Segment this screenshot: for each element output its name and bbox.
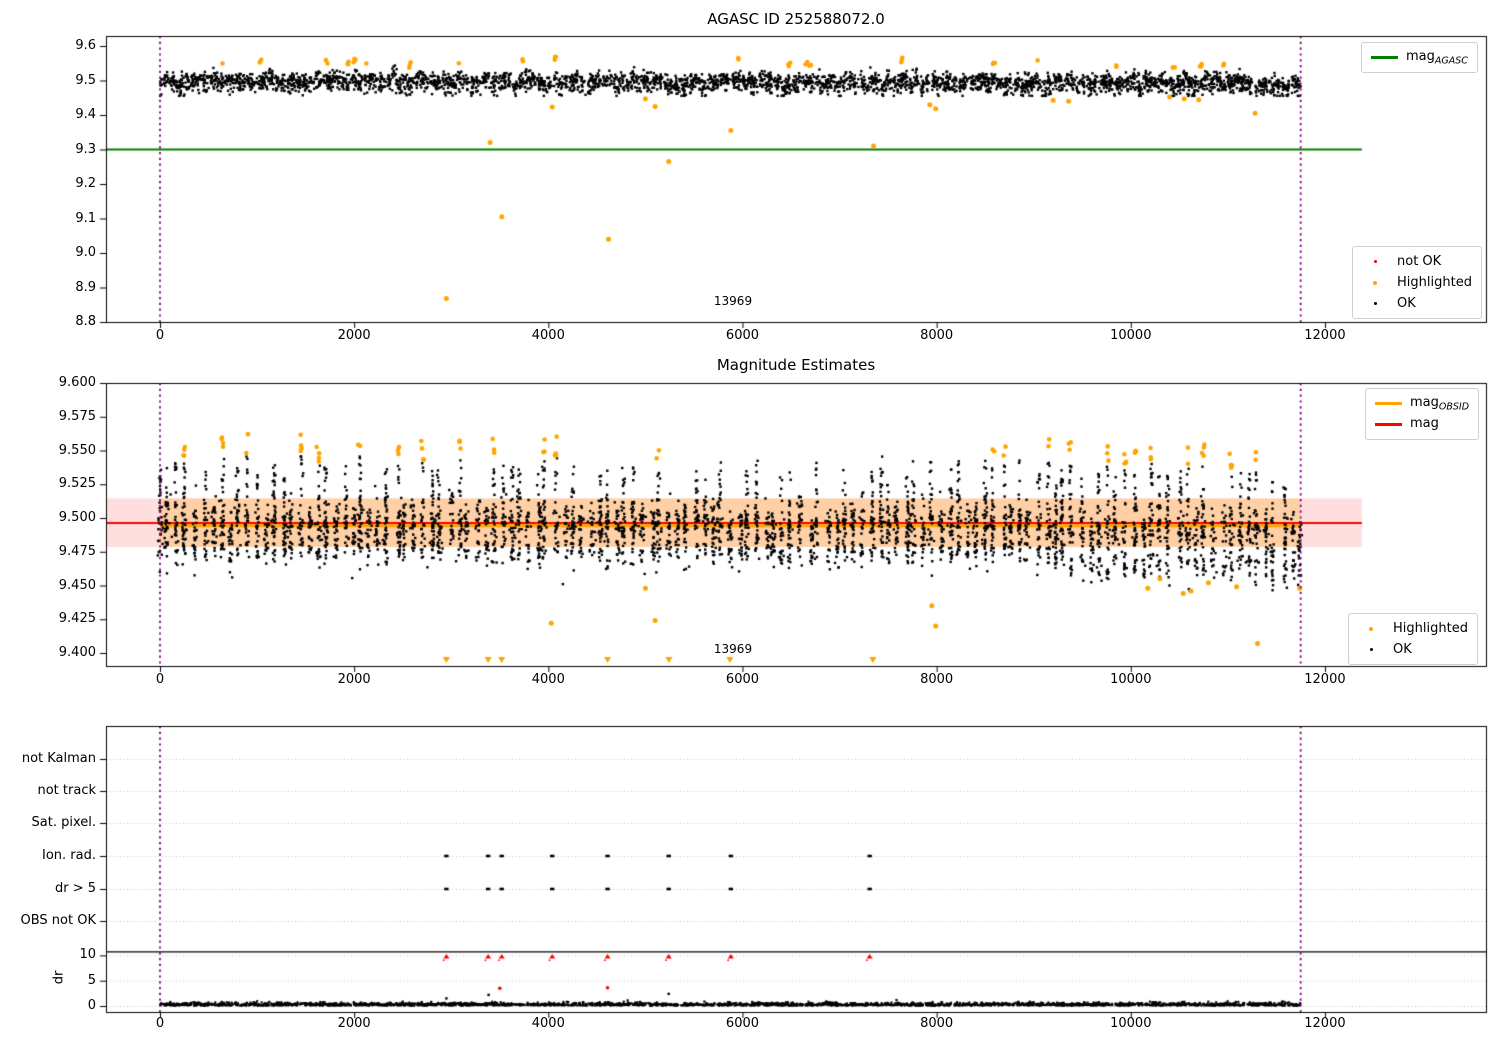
x-tick-label: 0 [155,328,165,343]
legend-row-highlighted: Highlighted [1360,272,1472,293]
y-tick-label: 8.8 [75,314,96,329]
dr-axis-label: dr [51,970,67,985]
figure: { "colors": { "green": "#007f00", "orang… [0,0,1500,1050]
orange-line-icon [1373,401,1403,406]
x-tick-label: 4000 [531,328,565,343]
x-tick-label: 2000 [337,328,371,343]
legend-row-mag: mag [1373,414,1469,435]
y-tick-label: 9.525 [58,476,96,492]
x-tick-label: 4000 [531,672,565,687]
x-tick-label: 10000 [1110,672,1152,687]
legend-mag-agasc: magAGASC [1361,42,1478,73]
legend-label-highlighted: Highlighted [1397,275,1472,290]
dr-tick-label: 10 [79,947,96,963]
category-label: dr > 5 [54,881,96,896]
legend-row-ok2: OK [1356,639,1468,660]
x-tick-label: 4000 [531,1016,565,1031]
category-label: Ion. rad. [42,848,96,863]
panel1-title: AGASC ID 252588072.0 [707,10,885,28]
black-dot-icon [1360,302,1390,305]
obsid-annotation-p2: 13969 [713,642,753,656]
y-tick-label: 9.575 [58,408,96,424]
category-label: OBS not OK [20,913,97,928]
category-label: not track [37,783,96,798]
dr-tick-label: 0 [87,998,96,1013]
x-tick-label: 6000 [725,672,760,687]
x-tick-label: 12000 [1304,672,1346,687]
black-dot-icon [1356,648,1386,651]
y-tick-label: 9.400 [58,645,96,660]
x-tick-label: 10000 [1110,1016,1152,1031]
dr-tick-label: 5 [87,972,96,988]
legend-label-ok2: OK [1393,642,1412,657]
x-tick-label: 6000 [725,1016,760,1031]
orange-dot-icon [1360,280,1390,285]
legend-label-highlighted2: Highlighted [1393,621,1468,636]
chart-canvas [0,0,1500,1050]
category-label: not Kalman [21,751,96,766]
x-tick-label: 10000 [1110,328,1152,343]
green-line-icon [1369,56,1399,59]
y-tick-label: 9.6 [75,38,96,53]
legend-label-ok: OK [1397,296,1416,311]
category-label: Sat. pixel. [31,815,96,830]
y-tick-label: 9.450 [58,577,96,593]
legend-p2-markers: Highlighted OK [1348,613,1478,665]
y-tick-label: 9.425 [58,611,96,627]
y-tick-label: 9.0 [75,245,96,260]
y-tick-label: 9.3 [75,141,96,157]
y-tick-label: 9.550 [58,442,96,458]
y-tick-label: 9.500 [58,510,96,525]
y-tick-label: 9.2 [75,176,96,191]
x-tick-label: 0 [155,1016,165,1031]
y-tick-label: 9.4 [75,107,96,122]
legend-row-mag-obsid: magOBSID [1373,393,1469,414]
y-tick-label: 9.5 [75,72,96,88]
y-tick-label: 9.600 [58,375,96,390]
y-tick-label: 8.9 [75,279,96,295]
x-tick-label: 6000 [725,328,760,343]
legend-row-not-ok: not OK [1360,251,1472,272]
obsid-annotation-p1: 13969 [713,294,753,308]
panel2-title: Magnitude Estimates [716,356,876,374]
x-tick-label: 8000 [920,328,954,343]
orange-dot-icon [1356,626,1386,631]
legend-label-mag-agasc: magAGASC [1406,48,1468,67]
y-tick-label: 9.475 [58,543,96,559]
legend-label-mag-obsid: magOBSID [1410,394,1470,413]
legend-row-highlighted2: Highlighted [1356,618,1468,639]
x-tick-label: 8000 [920,1016,954,1031]
x-tick-label: 0 [155,672,165,687]
legend-row-mag-agasc: magAGASC [1369,47,1468,68]
legend-label-mag: mag [1410,415,1439,431]
x-tick-label: 8000 [920,672,954,687]
red-dot-icon [1360,260,1390,263]
red-line-icon [1373,423,1403,426]
legend-p2-lines: magOBSID mag [1365,388,1480,440]
legend-label-not-ok: not OK [1397,254,1442,269]
legend-row-ok: OK [1360,293,1472,314]
x-tick-label: 2000 [337,1016,371,1031]
y-tick-label: 9.1 [75,210,96,226]
legend-p1-markers: not OK Highlighted OK [1352,246,1482,319]
x-tick-label: 2000 [337,672,371,687]
x-tick-label: 12000 [1304,1016,1346,1031]
x-tick-label: 12000 [1304,328,1346,343]
